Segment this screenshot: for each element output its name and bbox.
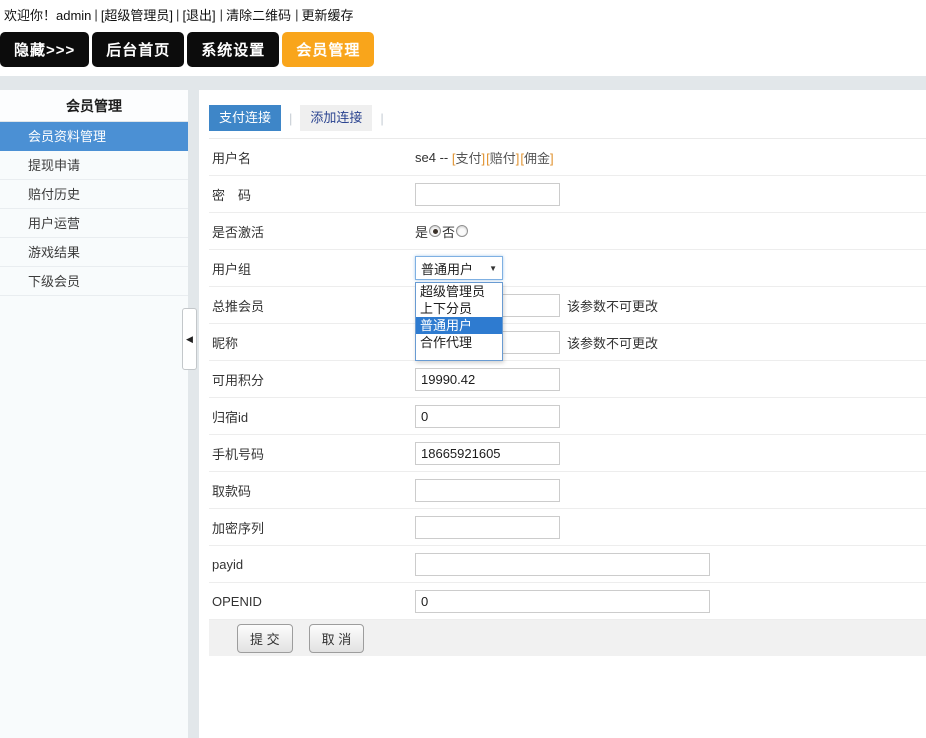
tab-separator: | xyxy=(380,111,383,126)
openid-label: OPENID xyxy=(212,594,415,609)
hide-menu-button[interactable]: 隐藏>>> xyxy=(0,32,89,67)
openid-row: OPENID xyxy=(209,583,926,620)
phone-row: 手机号码 xyxy=(209,435,926,472)
user-group-label: 用户组 xyxy=(212,259,415,278)
collapse-arrow-icon: ◀ xyxy=(186,335,193,344)
nickname-row: 昵称 该参数不可更改 xyxy=(209,324,926,361)
withdraw-code-row: 取款码 xyxy=(209,472,926,509)
refresh-cache-link[interactable]: 更新缓存 xyxy=(301,5,353,24)
sidebar-title: 会员管理 xyxy=(0,90,188,122)
submit-button[interactable]: 提 交 xyxy=(237,624,293,653)
encrypt-sequence-field[interactable] xyxy=(415,516,560,539)
option-score-operator[interactable]: 上下分员 xyxy=(416,300,502,317)
clear-qrcode-link[interactable]: 清除二维码 xyxy=(226,5,291,24)
sidebar-item-payout-history[interactable]: 赔付历史 xyxy=(0,180,188,209)
dropdown-arrow-icon: ▼ xyxy=(489,264,497,273)
header-divider-band xyxy=(0,76,926,90)
member-edit-form: 用户名 se4 -- [支付] [赔付] [佣金] 密 码 是否激活 是 否 xyxy=(209,138,926,656)
option-normal-user[interactable]: 普通用户 xyxy=(416,317,502,334)
separator: | xyxy=(94,7,97,22)
password-field[interactable] xyxy=(415,183,560,206)
payout-link[interactable]: [赔付] xyxy=(486,148,519,167)
points-row: 可用积分 xyxy=(209,361,926,398)
commission-link-label: 佣金 xyxy=(524,151,550,166)
home-id-label: 归宿id xyxy=(212,407,415,426)
nickname-label: 昵称 xyxy=(212,333,415,352)
sidebar-item-game-results[interactable]: 游戏结果 xyxy=(0,238,188,267)
user-group-selected-value: 普通用户 xyxy=(421,259,473,278)
member-management-button[interactable]: 会员管理 xyxy=(282,32,374,67)
points-field[interactable] xyxy=(415,368,560,391)
withdraw-code-field[interactable] xyxy=(415,479,560,502)
encrypt-sequence-label: 加密序列 xyxy=(212,518,415,537)
sidebar-item-user-operation[interactable]: 用户运营 xyxy=(0,209,188,238)
sidebar-item-withdraw-request[interactable]: 提现申请 xyxy=(0,151,188,180)
tab-payment-link[interactable]: 支付连接 xyxy=(209,105,281,131)
user-group-select[interactable]: 普通用户 ▼ xyxy=(415,256,503,280)
bracket: ] xyxy=(550,151,554,166)
form-actions: 提 交 取 消 xyxy=(209,620,926,656)
tab-bar: 支付连接 | 添加连接 | xyxy=(209,105,926,131)
payout-link-label: 赔付 xyxy=(490,151,516,166)
radio-yes-label: 是 xyxy=(415,222,428,241)
withdraw-code-label: 取款码 xyxy=(212,481,415,500)
user-group-row: 用户组 普通用户 ▼ xyxy=(209,250,926,287)
sidebar-item-member-profile[interactable]: 会员资料管理 xyxy=(0,122,188,151)
nickname-note: 该参数不可更改 xyxy=(567,333,658,352)
phone-label: 手机号码 xyxy=(212,444,415,463)
user-group-dropdown: 超级管理员 上下分员 普通用户 合作代理 xyxy=(415,282,503,361)
sidebar: 会员管理 会员资料管理 提现申请 赔付历史 用户运营 游戏结果 下级会员 xyxy=(0,90,188,738)
is-active-row: 是否激活 是 否 xyxy=(209,213,926,250)
tab-separator: | xyxy=(289,111,292,126)
separator: | xyxy=(295,7,298,22)
is-active-label: 是否激活 xyxy=(212,222,415,241)
encrypt-sequence-row: 加密序列 xyxy=(209,509,926,546)
referrer-label: 总推会员 xyxy=(212,296,415,315)
sidebar-divider: ◀ xyxy=(188,90,199,738)
welcome-bar: 欢迎你！admin | [超级管理员] | [退出] | 清除二维码 | 更新缓… xyxy=(0,0,926,24)
bracket: ] xyxy=(482,151,486,166)
home-id-row: 归宿id xyxy=(209,398,926,435)
referrer-note: 该参数不可更改 xyxy=(567,296,658,315)
separator: | xyxy=(176,7,179,22)
radio-yes[interactable] xyxy=(429,225,441,237)
payid-field[interactable] xyxy=(415,553,710,576)
separator: | xyxy=(220,7,223,22)
openid-field[interactable] xyxy=(415,590,710,613)
radio-no[interactable] xyxy=(456,225,468,237)
cancel-button[interactable]: 取 消 xyxy=(309,624,365,653)
sidebar-collapse-handle[interactable]: ◀ xyxy=(182,308,197,370)
username-value: se4 -- xyxy=(415,150,448,165)
top-nav: 隐藏>>> 后台首页 系统设置 会员管理 xyxy=(0,24,926,76)
admin-home-button[interactable]: 后台首页 xyxy=(92,32,184,67)
payment-link-label: 支付 xyxy=(455,151,481,166)
commission-link[interactable]: [佣金] xyxy=(520,148,553,167)
points-label: 可用积分 xyxy=(212,370,415,389)
role-badge: [超级管理员] xyxy=(101,5,173,24)
payid-label: payid xyxy=(212,557,415,572)
phone-field[interactable] xyxy=(415,442,560,465)
system-settings-button[interactable]: 系统设置 xyxy=(187,32,279,67)
username-label: 用户名 xyxy=(212,148,415,167)
welcome-text: 欢迎你！admin xyxy=(4,5,91,24)
option-super-admin[interactable]: 超级管理员 xyxy=(416,283,502,300)
sidebar-item-sub-members[interactable]: 下级会员 xyxy=(0,267,188,296)
logout-link[interactable]: [退出] xyxy=(182,5,215,24)
password-label: 密 码 xyxy=(212,185,415,204)
radio-no-label: 否 xyxy=(442,222,455,241)
payment-link[interactable]: [支付] xyxy=(452,148,485,167)
content-area: 支付连接 | 添加连接 | 用户名 se4 -- [支付] [赔付] [佣金] … xyxy=(199,90,926,738)
username-row: 用户名 se4 -- [支付] [赔付] [佣金] xyxy=(209,139,926,176)
referrer-row: 总推会员 该参数不可更改 xyxy=(209,287,926,324)
payid-row: payid xyxy=(209,546,926,583)
password-row: 密 码 xyxy=(209,176,926,213)
home-id-field[interactable] xyxy=(415,405,560,428)
tab-add-link[interactable]: 添加连接 xyxy=(300,105,372,131)
bracket: ] xyxy=(516,151,520,166)
option-partner-agent[interactable]: 合作代理 xyxy=(416,334,502,351)
